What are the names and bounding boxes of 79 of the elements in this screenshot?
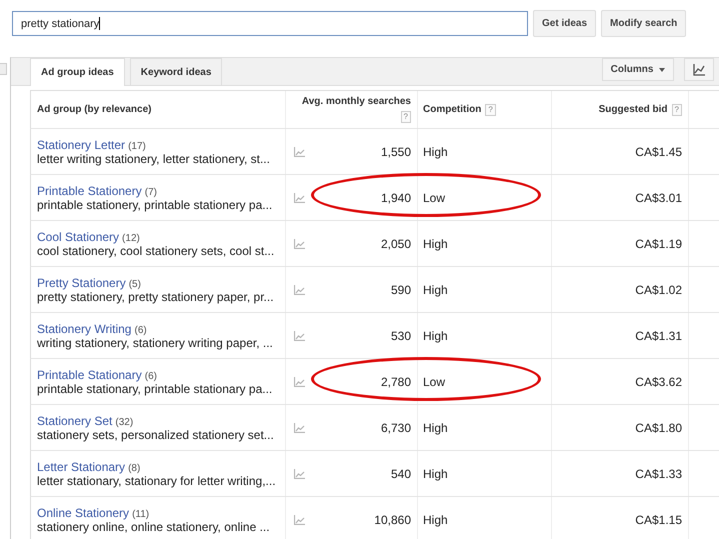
line-chart-icon	[692, 64, 706, 76]
ad-group-link[interactable]: Online Stationery	[37, 506, 130, 520]
table-cell: 1,550	[380, 144, 411, 158]
table-cell: 2,780	[380, 374, 411, 388]
table-cell: High	[423, 466, 448, 480]
columns-dropdown[interactable]: Columns	[602, 58, 674, 81]
table-cell: 1,940	[380, 190, 411, 204]
action-button[interactable]: Modify search	[601, 10, 686, 37]
trend-chart-icon[interactable]	[294, 146, 305, 156]
keyword-list: printable stationery, printable stationery pa...	[37, 198, 272, 212]
table-cell: CA$1.02	[635, 282, 682, 296]
table-cell: CA$3.62	[635, 374, 682, 388]
table-cell: CA$1.31	[635, 328, 682, 342]
keyword-list: writing stationery, stationery writing paper, ...	[37, 336, 273, 350]
keyword-list: printable stationary, printable stationary pa...	[37, 382, 272, 396]
table-cell: CA$1.80	[635, 420, 682, 434]
trend-chart-icon[interactable]	[294, 468, 305, 478]
table-cell: Low	[423, 374, 446, 388]
tab[interactable]: Ad group ideas	[30, 58, 125, 86]
table-cell: 540	[390, 466, 411, 480]
ad-group-link[interactable]: Cool Stationery	[37, 230, 120, 244]
table-cell: CA$3.01	[635, 190, 682, 204]
keyword-count: (6)	[134, 324, 147, 336]
action-button[interactable]: Get ideas	[533, 10, 596, 37]
keyword-list: stationery online, online stationery, online ...	[37, 520, 270, 534]
keyword-count: (5)	[128, 278, 141, 290]
trend-chart-icon[interactable]	[294, 330, 305, 340]
ad-group-link[interactable]: Stationery Set	[37, 414, 112, 428]
table-cell: 10,860	[374, 512, 411, 526]
column-header: Competition	[423, 104, 482, 115]
table-cell: CA$1.19	[635, 236, 682, 250]
column-header: Avg. monthly searches	[302, 96, 411, 107]
keyword-list: cool stationery, cool stationery sets, cool st...	[37, 244, 274, 258]
trend-chart-icon[interactable]	[294, 376, 305, 386]
table-cell: CA$1.15	[635, 512, 682, 526]
trend-chart-icon[interactable]	[294, 192, 305, 202]
keyword-count: (12)	[122, 232, 140, 244]
table-cell: High	[423, 144, 448, 158]
help-icon[interactable]: ?	[672, 104, 682, 116]
keyword-count: (17)	[128, 140, 146, 152]
table-cell: 530	[390, 328, 411, 342]
column-header: Ad group (by relevance)	[31, 91, 286, 128]
table-cell: CA$1.33	[635, 466, 682, 480]
table-cell: High	[423, 328, 448, 342]
keyword-list: pretty stationery, pretty stationery paper, pr...	[37, 290, 274, 304]
table-cell: High	[423, 512, 448, 526]
table-cell: 6,730	[380, 420, 411, 434]
table-cell: High	[423, 420, 448, 434]
search-field[interactable]: pretty stationary	[12, 11, 528, 36]
keyword-count: (32)	[115, 416, 134, 428]
keyword-count: (11)	[132, 508, 150, 520]
table-cell: High	[423, 282, 448, 296]
trend-chart-icon[interactable]	[294, 514, 305, 524]
trend-chart-icon[interactable]	[294, 422, 305, 432]
keyword-count: (6)	[144, 370, 157, 382]
keyword-list: letter stationary, stationary for letter writing,...	[37, 474, 276, 488]
ad-group-link[interactable]: Printable Stationary	[37, 368, 142, 382]
help-icon[interactable]: ?	[400, 111, 411, 123]
trend-chart-icon[interactable]	[294, 238, 305, 248]
ad-group-link[interactable]: Stationery Letter	[37, 138, 126, 152]
table-cell: 590	[390, 282, 411, 296]
ad-group-link[interactable]: Printable Stationery	[37, 184, 142, 198]
ad-group-link[interactable]: Letter Stationary	[37, 460, 126, 474]
keyword-count: (8)	[128, 462, 140, 474]
dropdown-arrow-icon	[659, 68, 666, 72]
trend-chart-icon[interactable]	[294, 284, 305, 294]
table-cell: CA$1.45	[635, 144, 682, 158]
keyword-list: letter writing stationery, letter stationery, st...	[37, 152, 270, 166]
tab[interactable]: Keyword ideas	[130, 58, 222, 85]
table-cell: Low	[423, 190, 446, 204]
help-icon[interactable]: ?	[485, 104, 496, 116]
column-header: Suggested bid	[598, 104, 668, 115]
table-cell: High	[423, 236, 448, 250]
keyword-count: (7)	[144, 186, 157, 198]
table-cell: 2,050	[380, 236, 411, 250]
ad-group-link[interactable]: Pretty Stationery	[37, 276, 126, 290]
chart-button[interactable]	[684, 58, 714, 81]
keyword-list: stationery sets, personalized stationery set...	[37, 428, 274, 442]
ad-group-link[interactable]: Stationery Writing	[37, 322, 132, 336]
